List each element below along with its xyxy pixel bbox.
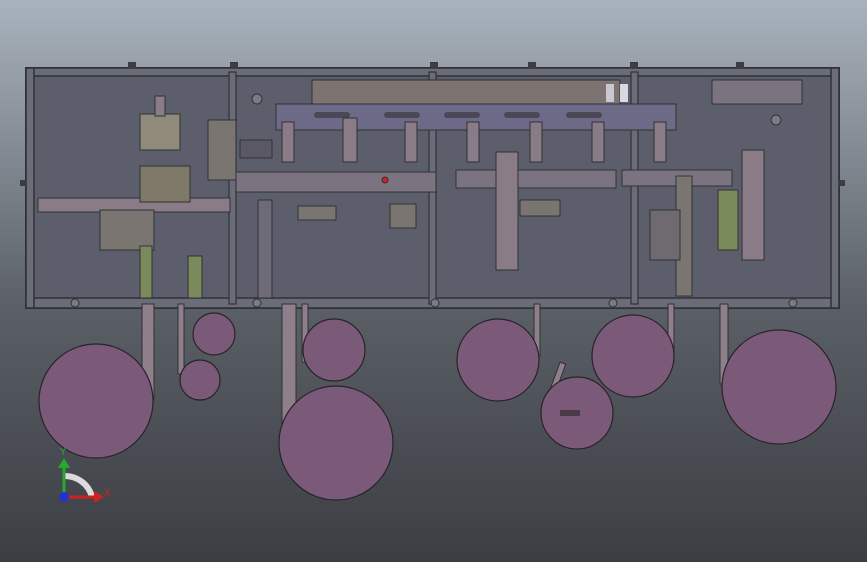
disc — [179, 359, 221, 401]
assembly-drawing: Y X — [0, 0, 867, 562]
disc — [38, 343, 154, 459]
disc — [721, 329, 837, 445]
y-axis-label: Y — [59, 447, 67, 458]
disc — [591, 314, 675, 398]
disc — [302, 318, 366, 382]
disc — [456, 318, 540, 402]
disc — [192, 312, 236, 356]
disc-marking — [560, 410, 580, 416]
disc — [278, 385, 394, 501]
x-axis-label: X — [104, 488, 111, 499]
cad-viewport[interactable]: Y X — [0, 0, 867, 562]
